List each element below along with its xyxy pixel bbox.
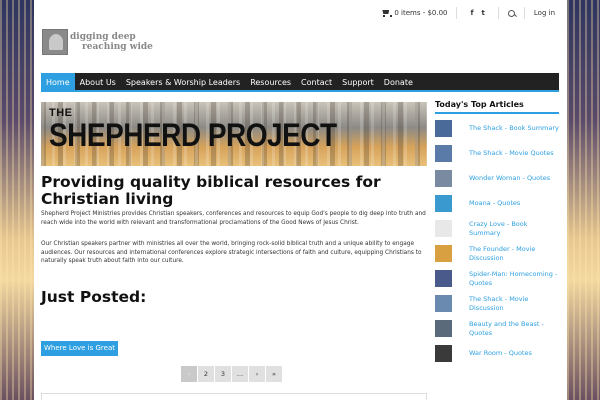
article-thumbnail [435, 170, 452, 187]
nav-item-speakers[interactable]: Speakers & Worship Leaders [121, 73, 245, 90]
logo-text: digging deep reaching wide [70, 32, 153, 52]
list-item[interactable]: Spider-Man: Homecoming - Quotes [435, 266, 559, 291]
article-link[interactable]: Moana - Quotes [469, 199, 520, 208]
article-link[interactable]: The Shack - Movie Quotes [469, 149, 554, 158]
search-icon[interactable] [507, 9, 515, 17]
pagination: ‹ 2 3 … › » [181, 366, 282, 382]
twitter-icon[interactable]: t [482, 9, 485, 17]
login-link[interactable]: Log in [534, 9, 555, 17]
article-link[interactable]: Beauty and the Beast - Quotes [469, 320, 559, 338]
nav-item-contact[interactable]: Contact [296, 73, 337, 90]
article-thumbnail [435, 220, 452, 237]
pager-last[interactable]: » [266, 366, 282, 382]
article-link[interactable]: War Room - Quotes [469, 349, 532, 358]
pager-next[interactable]: › [249, 366, 265, 382]
nav-item-about-us[interactable]: About Us [75, 73, 121, 90]
mission-paragraph: Our Christian speakers partner with mini… [41, 241, 422, 265]
list-item[interactable]: Moana - Quotes [435, 191, 559, 216]
nav-item-home[interactable]: Home [41, 73, 75, 90]
cart-link[interactable]: 0 items - $0.00 [381, 9, 447, 17]
page-container: 0 items - $0.00 f t Log in digging deep … [34, 0, 567, 400]
content-box [41, 393, 427, 400]
hero-banner: THE SHEPHERD PROJECT [41, 102, 427, 166]
pager-ellipsis: … [232, 366, 248, 382]
article-link[interactable]: The Shack - Book Summary [469, 124, 559, 133]
just-posted-heading: Just Posted: [41, 288, 147, 306]
list-item[interactable]: The Shack - Movie Discussion [435, 291, 559, 316]
facebook-icon[interactable]: f [470, 9, 473, 17]
page-headline: Providing quality biblical resources for… [41, 173, 381, 208]
list-item[interactable]: War Room - Quotes [435, 341, 559, 366]
main-nav: Home About Us Speakers & Worship Leaders… [41, 73, 559, 92]
cart-text: 0 items - $0.00 [394, 9, 448, 17]
list-item[interactable]: Beauty and the Beast - Quotes [435, 316, 559, 341]
logo-image [42, 29, 68, 55]
hero-title: SHEPHERD PROJECT [49, 117, 337, 153]
nav-item-resources[interactable]: Resources [245, 73, 296, 90]
background-right [567, 0, 600, 400]
pager-page-3[interactable]: 3 [215, 366, 231, 382]
article-link[interactable]: Spider-Man: Homecoming - Quotes [469, 270, 559, 288]
article-thumbnail [435, 195, 452, 212]
intro-paragraph: Shepherd Project Ministries provides Chr… [41, 211, 426, 226]
divider [497, 7, 499, 19]
top-bar: 0 items - $0.00 f t Log in [381, 7, 555, 19]
background-left [0, 0, 34, 400]
pager-page-2[interactable]: 2 [198, 366, 214, 382]
list-item[interactable]: Wonder Woman - Quotes [435, 166, 559, 191]
list-item[interactable]: The Shack - Book Summary [435, 116, 559, 141]
nav-item-donate[interactable]: Donate [379, 73, 418, 90]
post-link-button[interactable]: Where Love is Great [41, 341, 118, 356]
cart-icon [381, 9, 393, 17]
article-link[interactable]: The Shack - Movie Discussion [469, 295, 559, 313]
article-link[interactable]: The Founder - Movie Discussion [469, 245, 559, 263]
sidebar-title: Today's Top Articles [435, 100, 559, 114]
list-item[interactable]: Crazy Love - Book Summary [435, 216, 559, 241]
nav-item-support[interactable]: Support [337, 73, 379, 90]
article-thumbnail [435, 270, 452, 287]
top-articles-list: The Shack - Book Summary The Shack - Mov… [435, 116, 559, 366]
article-thumbnail [435, 295, 452, 312]
article-link[interactable]: Crazy Love - Book Summary [469, 220, 559, 238]
article-thumbnail [435, 120, 452, 137]
site-logo[interactable]: digging deep reaching wide [42, 29, 153, 55]
pager-prev[interactable]: ‹ [181, 366, 197, 382]
divider [456, 7, 458, 19]
divider [523, 7, 525, 19]
list-item[interactable]: The Shack - Movie Quotes [435, 141, 559, 166]
list-item[interactable]: The Founder - Movie Discussion [435, 241, 559, 266]
article-thumbnail [435, 245, 452, 262]
article-link[interactable]: Wonder Woman - Quotes [469, 174, 550, 183]
article-thumbnail [435, 320, 452, 337]
article-thumbnail [435, 145, 452, 162]
article-thumbnail [435, 345, 452, 362]
